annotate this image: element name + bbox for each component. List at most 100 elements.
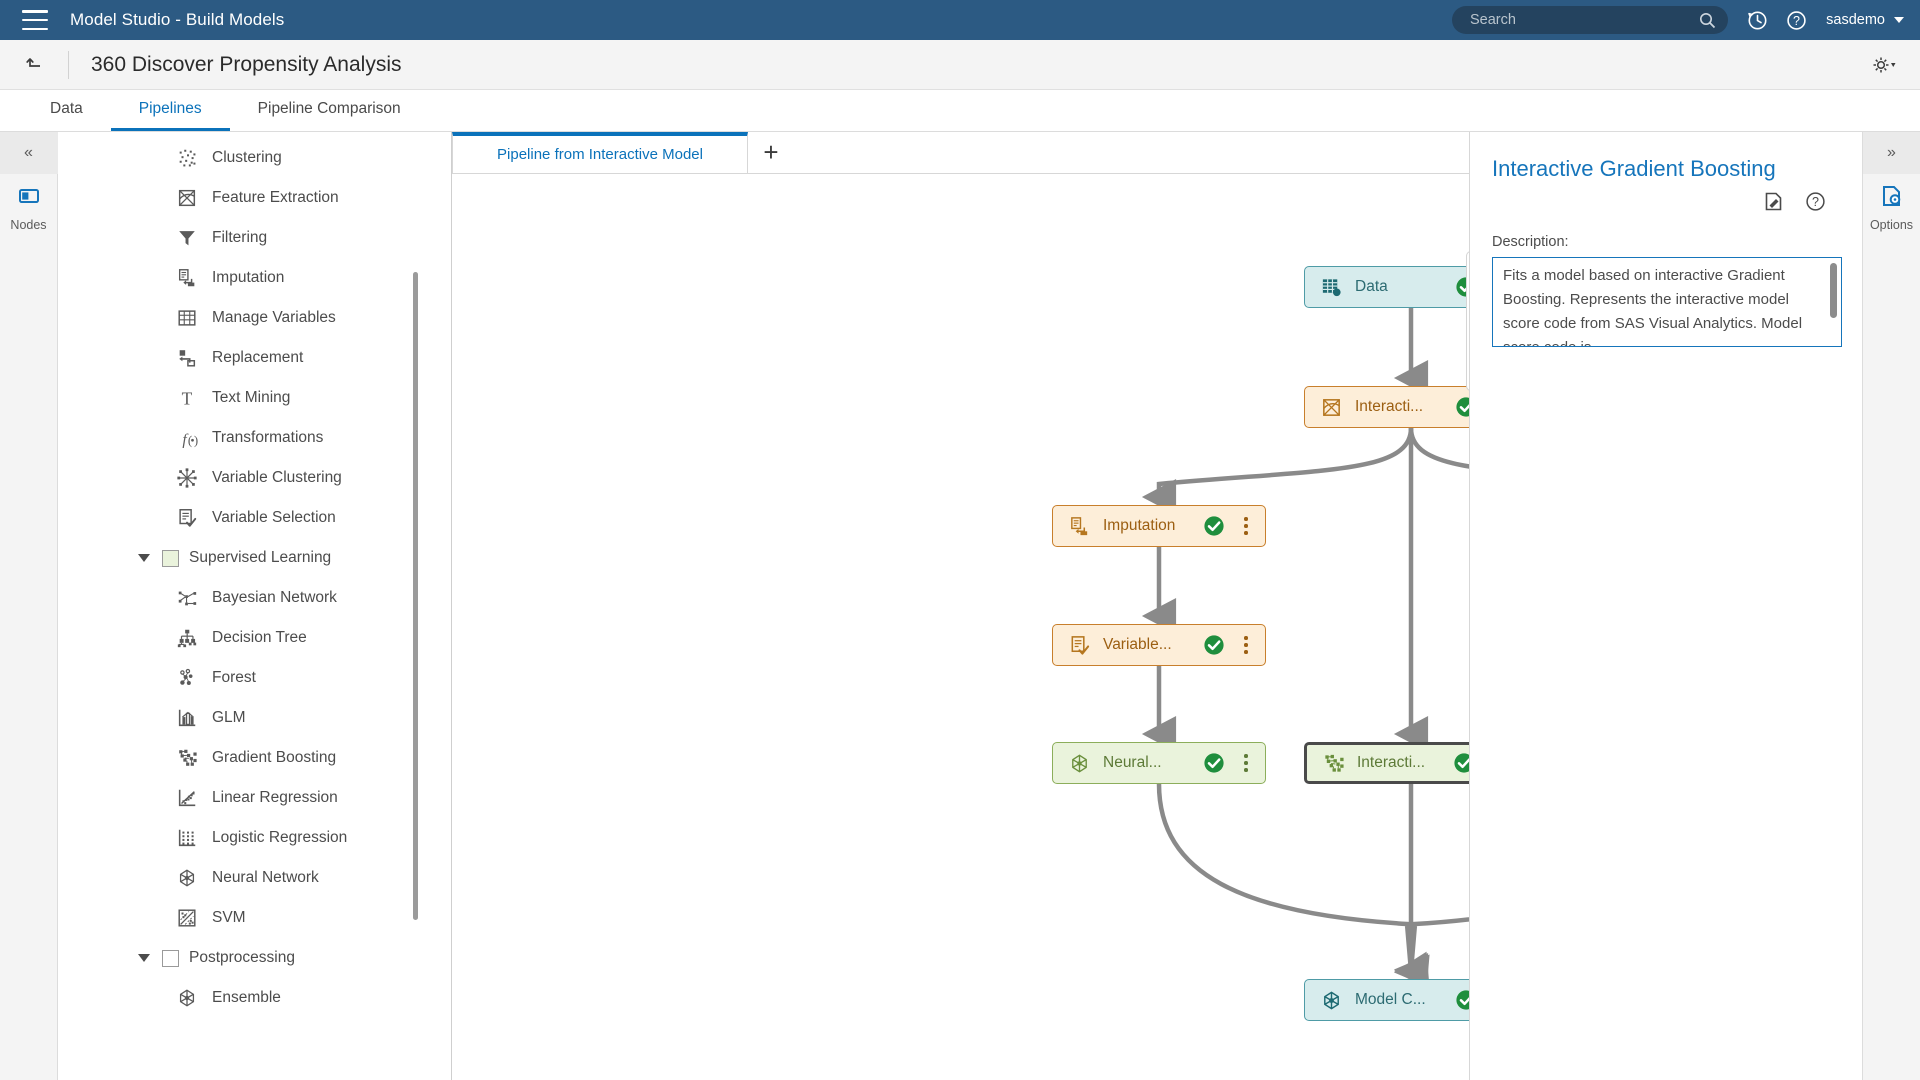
search-icon[interactable]	[1699, 12, 1716, 29]
node-library-item-label: Logistic Regression	[212, 829, 348, 846]
search-input[interactable]: Search	[1452, 6, 1728, 34]
main-body: « Nodes Clustering Feature Extraction Filt…	[0, 132, 1920, 1080]
filter-funnel-icon	[176, 227, 198, 249]
divider	[68, 50, 69, 79]
tab-pipelines[interactable]: Pipelines	[110, 90, 230, 131]
node-library-item-variable-selection[interactable]: Variable Selection	[58, 498, 451, 538]
node-library-item-forest[interactable]: Forest	[58, 658, 451, 698]
node-library-item-filtering[interactable]: Filtering	[58, 218, 451, 258]
hamburger-icon[interactable]	[22, 10, 48, 30]
node-library-item-variable-clustering[interactable]: Variable Clustering	[58, 458, 451, 498]
description-textarea[interactable]: Fits a model based on interactive Gradie…	[1492, 257, 1842, 347]
pipeline-node-label: Interacti...	[1357, 754, 1426, 771]
node-library-item-label: Ensemble	[212, 989, 281, 1006]
node-library-item-feature-extraction[interactable]: Feature Extraction	[58, 178, 451, 218]
tab-data[interactable]: Data	[22, 90, 111, 131]
node-overflow-menu-icon[interactable]	[1235, 513, 1257, 539]
svg-text:T: T	[182, 388, 193, 408]
node-library-item-label: Text Mining	[212, 389, 291, 406]
node-library-item-decision-tree[interactable]: Decision Tree	[58, 618, 451, 658]
rail-label-options: Options	[1869, 218, 1914, 232]
pipeline-node-imputation[interactable]: Imputation	[1052, 505, 1266, 547]
collapse-right-button[interactable]: »	[1862, 132, 1920, 174]
help-circle-icon[interactable]: ?	[1804, 190, 1826, 212]
node-library-item-glm[interactable]: GLM	[58, 698, 451, 738]
node-library-item-text-mining[interactable]: T Text Mining	[58, 378, 451, 418]
node-library-item-label: Variable Selection	[212, 509, 336, 526]
svm-icon	[176, 907, 198, 929]
tab-pipeline-from-interactive-model[interactable]: Pipeline from Interactive Model	[452, 132, 748, 173]
node-library-item-label: Forest	[212, 669, 256, 686]
gradient-boosting-icon	[176, 747, 198, 769]
settings-gear-icon[interactable]	[1872, 54, 1898, 76]
node-library-item-label: Neural Network	[212, 869, 319, 886]
help-icon[interactable]: ?	[1785, 9, 1807, 31]
node-library-item-linear-regression[interactable]: Linear Regression	[58, 778, 451, 818]
node-library-item-ensemble[interactable]: Ensemble	[58, 978, 451, 1018]
status-success-icon	[1203, 752, 1225, 774]
node-library-item-bayesian-network[interactable]: Bayesian Network	[58, 578, 451, 618]
search-placeholder: Search	[1470, 12, 1516, 28]
description-scrollbar-thumb[interactable]	[1830, 263, 1837, 318]
node-group-postprocessing[interactable]: Postprocessing	[58, 938, 451, 978]
nodes-panel-icon	[17, 184, 41, 213]
node-library-item-label: Manage Variables	[212, 309, 336, 326]
description-text: Fits a model based on interactive Gradie…	[1503, 267, 1803, 346]
pipeline-node-modelcomp[interactable]: Model C...	[1304, 979, 1469, 1021]
ensemble-icon	[176, 987, 198, 1009]
feature-extraction-icon	[176, 187, 198, 209]
imputation-icon	[1067, 514, 1091, 538]
open-external-icon[interactable]	[1762, 190, 1784, 212]
chevron-down-icon[interactable]	[138, 954, 150, 962]
back-arrow-icon[interactable]	[22, 52, 48, 78]
pipeline-node-neural[interactable]: Neural...	[1052, 742, 1266, 784]
node-library-item-logistic-regression[interactable]: Logistic Regression	[58, 818, 451, 858]
chevron-down-icon[interactable]	[138, 554, 150, 562]
add-pipeline-button[interactable]: +	[748, 132, 794, 173]
options-panel-icons: ?	[1470, 182, 1862, 212]
tab-pipeline-comparison[interactable]: Pipeline Comparison	[230, 90, 429, 131]
collapse-left-button[interactable]: «	[0, 132, 58, 174]
pipeline-node-interact1[interactable]: Interacti...	[1304, 386, 1469, 428]
node-library-item-replacement[interactable]: Replacement	[58, 338, 451, 378]
variable-clustering-icon	[176, 467, 198, 489]
pipeline-node-label: Imputation	[1103, 517, 1176, 534]
node-overflow-menu-icon[interactable]	[1235, 632, 1257, 658]
pipeline-canvas-area: Pipeline from Interactive Model + Data I…	[452, 132, 1470, 1080]
node-library-item-clustering[interactable]: Clustering	[58, 138, 451, 178]
status-success-icon	[1455, 396, 1469, 418]
node-library-item-neural-network[interactable]: Neural Network	[58, 858, 451, 898]
pipeline-canvas[interactable]: Data Interacti... Imputation Variable... Neu…	[452, 174, 1469, 1080]
sidebar-item-nodes[interactable]: Nodes	[0, 184, 58, 232]
data-table-icon	[1319, 275, 1343, 299]
node-library-item-imputation[interactable]: Imputation	[58, 258, 451, 298]
app-title: Model Studio - Build Models	[70, 10, 285, 29]
variable-selection-icon	[176, 507, 198, 529]
status-success-icon	[1453, 752, 1469, 774]
pipeline-node-varsel[interactable]: Variable...	[1052, 624, 1266, 666]
main-tab-bar: Data Pipelines Pipeline Comparison	[0, 90, 1920, 132]
node-overflow-menu-icon[interactable]	[1235, 750, 1257, 776]
user-menu[interactable]: sasdemo	[1826, 0, 1904, 40]
node-library-item-label: Decision Tree	[212, 629, 307, 646]
node-group-supervised-learning[interactable]: Supervised Learning	[58, 538, 451, 578]
node-library-item-svm[interactable]: SVM	[58, 898, 451, 938]
model-comparison-icon	[1319, 988, 1343, 1012]
neural-network-icon	[176, 867, 198, 889]
sidebar-item-options[interactable]: Options	[1863, 184, 1920, 232]
node-library-item-transformations[interactable]: f() Transformations	[58, 418, 451, 458]
linear-regression-icon	[176, 787, 198, 809]
node-list-scrollbar-thumb[interactable]	[413, 272, 418, 920]
svg-text:?: ?	[1812, 195, 1819, 209]
pipeline-node-data[interactable]: Data	[1304, 266, 1469, 308]
replacement-icon	[176, 347, 198, 369]
node-library-item-gradient-boosting[interactable]: Gradient Boosting	[58, 738, 451, 778]
node-group-label: Postprocessing	[189, 949, 295, 966]
options-panel-icon	[1880, 184, 1904, 213]
status-success-icon	[1455, 989, 1469, 1011]
node-library-item-manage-variables[interactable]: Manage Variables	[58, 298, 451, 338]
logistic-regression-icon	[176, 827, 198, 849]
history-icon[interactable]	[1746, 9, 1768, 31]
pipeline-node-interact2[interactable]: Interacti...	[1304, 742, 1469, 784]
node-library-item-label: Filtering	[212, 229, 268, 246]
